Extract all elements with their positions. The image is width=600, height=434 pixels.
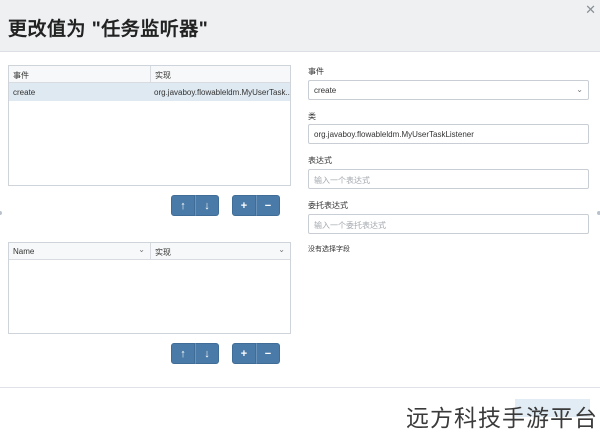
column-header-implementation[interactable]: 实现 — [150, 66, 290, 82]
listener-edit-buttons: + − — [232, 195, 280, 216]
expression-label: 表达式 — [308, 156, 332, 165]
chevron-down-icon: ⌄ — [138, 245, 145, 254]
column-header-implementation[interactable]: 实现 ⌄ — [150, 243, 290, 259]
fields-table-header: Name ⌄ 实现 ⌄ — [9, 243, 290, 260]
add-field-button[interactable]: + — [232, 343, 256, 364]
resize-handle-left[interactable] — [0, 211, 2, 215]
table-row[interactable]: create org.javaboy.flowableldm.MyUserTas… — [9, 83, 290, 101]
chevron-down-icon: ⌄ — [576, 85, 583, 94]
listeners-table-header: 事件 实现 — [9, 66, 290, 83]
delegate-expression-label: 委托表达式 — [308, 201, 348, 210]
listener-order-buttons: ↑ ↓ — [171, 195, 219, 216]
column-header-name[interactable]: Name ⌄ — [9, 243, 150, 259]
dialog-header: 更改值为 "任务监听器" ✕ — [0, 0, 600, 52]
event-select-value: create — [314, 86, 337, 95]
column-header-event[interactable]: 事件 — [9, 66, 150, 82]
row-implementation-cell: org.javaboy.flowableldm.MyUserTask... — [154, 88, 290, 97]
class-label: 类 — [308, 112, 316, 121]
event-label: 事件 — [308, 67, 324, 76]
move-up-button[interactable]: ↑ — [171, 343, 195, 364]
column-header-name-label: Name — [13, 247, 35, 256]
delegate-expression-input[interactable]: 输入一个委托表达式 — [308, 214, 589, 234]
class-input[interactable]: org.javaboy.flowableldm.MyUserTaskListen… — [308, 124, 589, 144]
remove-field-button[interactable]: − — [256, 343, 280, 364]
field-edit-buttons: + − — [232, 343, 280, 364]
close-icon[interactable]: ✕ — [585, 2, 596, 18]
column-header-implementation-label: 实现 — [155, 248, 171, 257]
fields-table: Name ⌄ 实现 ⌄ — [8, 242, 291, 334]
move-down-button[interactable]: ↓ — [195, 343, 219, 364]
chevron-down-icon: ⌄ — [278, 245, 285, 254]
event-select[interactable]: create ⌄ — [308, 80, 589, 100]
add-listener-button[interactable]: + — [232, 195, 256, 216]
move-down-button[interactable]: ↓ — [195, 195, 219, 216]
expression-input[interactable]: 输入一个表达式 — [308, 169, 589, 189]
row-event-cell: create — [13, 88, 36, 97]
no-field-selected-text: 没有选择字段 — [308, 246, 350, 253]
remove-listener-button[interactable]: − — [256, 195, 280, 216]
listeners-table: 事件 实现 create org.javaboy.flowableldm.MyU… — [8, 65, 291, 186]
move-up-button[interactable]: ↑ — [171, 195, 195, 216]
field-order-buttons: ↑ ↓ — [171, 343, 219, 364]
dialog-title: 更改值为 "任务监听器" — [8, 19, 209, 40]
watermark-text: 远方科技手游平台 — [406, 406, 598, 432]
